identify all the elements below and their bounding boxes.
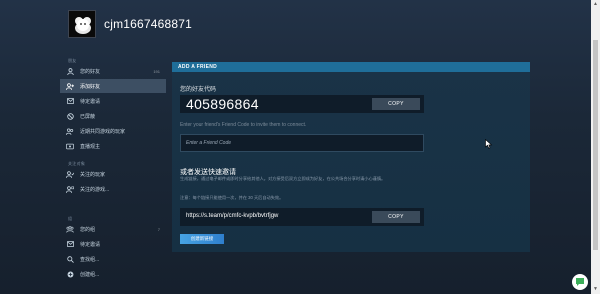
avatar[interactable] — [68, 10, 96, 38]
sidebar-item-create-group[interactable]: 创建组... — [60, 267, 166, 281]
avatar-image — [75, 17, 91, 34]
scroll-down-arrow-icon[interactable]: ▼ — [592, 286, 599, 293]
sidebar-item-label: 直播观主 — [80, 143, 101, 150]
sidebar-item-pending-invites[interactable]: 待定邀请 — [60, 94, 166, 108]
copy-invite-link-button[interactable]: COPY — [372, 211, 420, 223]
sidebar-item-add-friend[interactable]: 添加好友 — [60, 79, 166, 93]
users-icon — [60, 127, 80, 135]
sidebar: 朋友 您的好友 191 添加好友 待定邀请 已屏蔽 近期共同游戏的玩家 直播观主… — [60, 52, 166, 294]
envelope-icon — [60, 98, 80, 104]
window-scrollbar[interactable]: ▲ ▼ — [591, 0, 600, 294]
plus-circle-icon — [60, 271, 80, 278]
user-icon — [60, 67, 80, 75]
sidebar-item-followed-games[interactable]: 关注的游戏... — [60, 182, 166, 196]
blocked-icon — [60, 112, 80, 120]
group-icon — [60, 225, 80, 233]
create-new-link-button[interactable]: 创建新链接 — [180, 234, 224, 244]
profile-header: cjm1667468871 — [0, 0, 590, 52]
add-user-icon — [60, 82, 80, 90]
username[interactable]: cjm1667468871 — [104, 17, 192, 31]
sidebar-item-label: 查找组... — [80, 256, 100, 263]
sidebar-item-followed-players[interactable]: 关注的玩家 — [60, 167, 166, 181]
add-friend-panel: ADD A FRIEND 您的好友代码 405896864 COPY Enter… — [172, 62, 530, 252]
sidebar-item-label: 您的组 — [80, 226, 96, 233]
friend-code-input[interactable]: Enter a Friend Code — [180, 134, 424, 152]
sidebar-item-label: 待定邀请 — [80, 241, 101, 248]
sidebar-item-label: 添加好友 — [80, 83, 101, 90]
sidebar-item-your-groups[interactable]: 您的组 7 — [60, 222, 166, 236]
sidebar-item-label: 关注的玩家 — [80, 171, 106, 178]
sidebar-item-group-invites[interactable]: 待定邀请 — [60, 237, 166, 251]
friend-count: 191 — [153, 68, 160, 74]
sidebar-item-blocked[interactable]: 已屏蔽 — [60, 109, 166, 123]
envelope-icon — [60, 241, 80, 247]
follow-user-icon — [60, 170, 80, 178]
broadcast-icon — [60, 143, 80, 150]
search-icon — [60, 255, 80, 263]
copy-friend-code-button[interactable]: COPY — [372, 98, 420, 110]
chat-icon — [576, 278, 584, 286]
friend-code-label: 您的好友代码 — [180, 87, 217, 93]
scroll-up-arrow-icon[interactable]: ▲ — [592, 1, 599, 8]
chat-badge[interactable] — [572, 274, 588, 290]
sidebar-item-label: 关注的游戏... — [80, 186, 110, 193]
sidebar-item-find-groups[interactable]: 查找组... — [60, 252, 166, 266]
group-count: 7 — [157, 226, 160, 232]
sidebar-item-your-friends[interactable]: 您的好友 191 — [60, 64, 166, 78]
panel-header: ADD A FRIEND — [172, 62, 530, 72]
quick-invite-description: 生成链接，通过电子邮件或即时分享给其他人。对方接受后双方立即成为好友，在公共场合… — [180, 176, 386, 181]
quick-invite-note: 注意：每个链接只能使用一次，并在 30 天后自动失效。 — [180, 195, 284, 200]
sidebar-item-label: 待定邀请 — [80, 98, 101, 105]
sidebar-item-label: 创建组... — [80, 271, 100, 278]
sidebar-item-label: 您的好友 — [80, 68, 101, 75]
invite-hint: Enter your friend's Friend Code to invit… — [180, 122, 307, 128]
invite-link-value: https://s.team/p/cmfc-kvpb/bvtrfjgw — [186, 213, 279, 219]
scroll-thumb[interactable] — [593, 40, 598, 250]
sidebar-item-label: 已屏蔽 — [80, 113, 96, 120]
sidebar-item-recently-played[interactable]: 近期共同游戏的玩家 — [60, 124, 166, 138]
friend-code-value: 405896864 — [186, 96, 259, 112]
sidebar-item-label: 近期共同游戏的玩家 — [80, 128, 126, 135]
invite-link-box: https://s.team/p/cmfc-kvpb/bvtrfjgw COPY — [180, 208, 424, 226]
sidebar-item-broadcasters[interactable]: 直播观主 — [60, 139, 166, 153]
mouse-cursor-icon — [485, 139, 493, 149]
friend-code-box: 405896864 COPY — [180, 95, 424, 113]
follow-game-icon — [60, 185, 80, 193]
